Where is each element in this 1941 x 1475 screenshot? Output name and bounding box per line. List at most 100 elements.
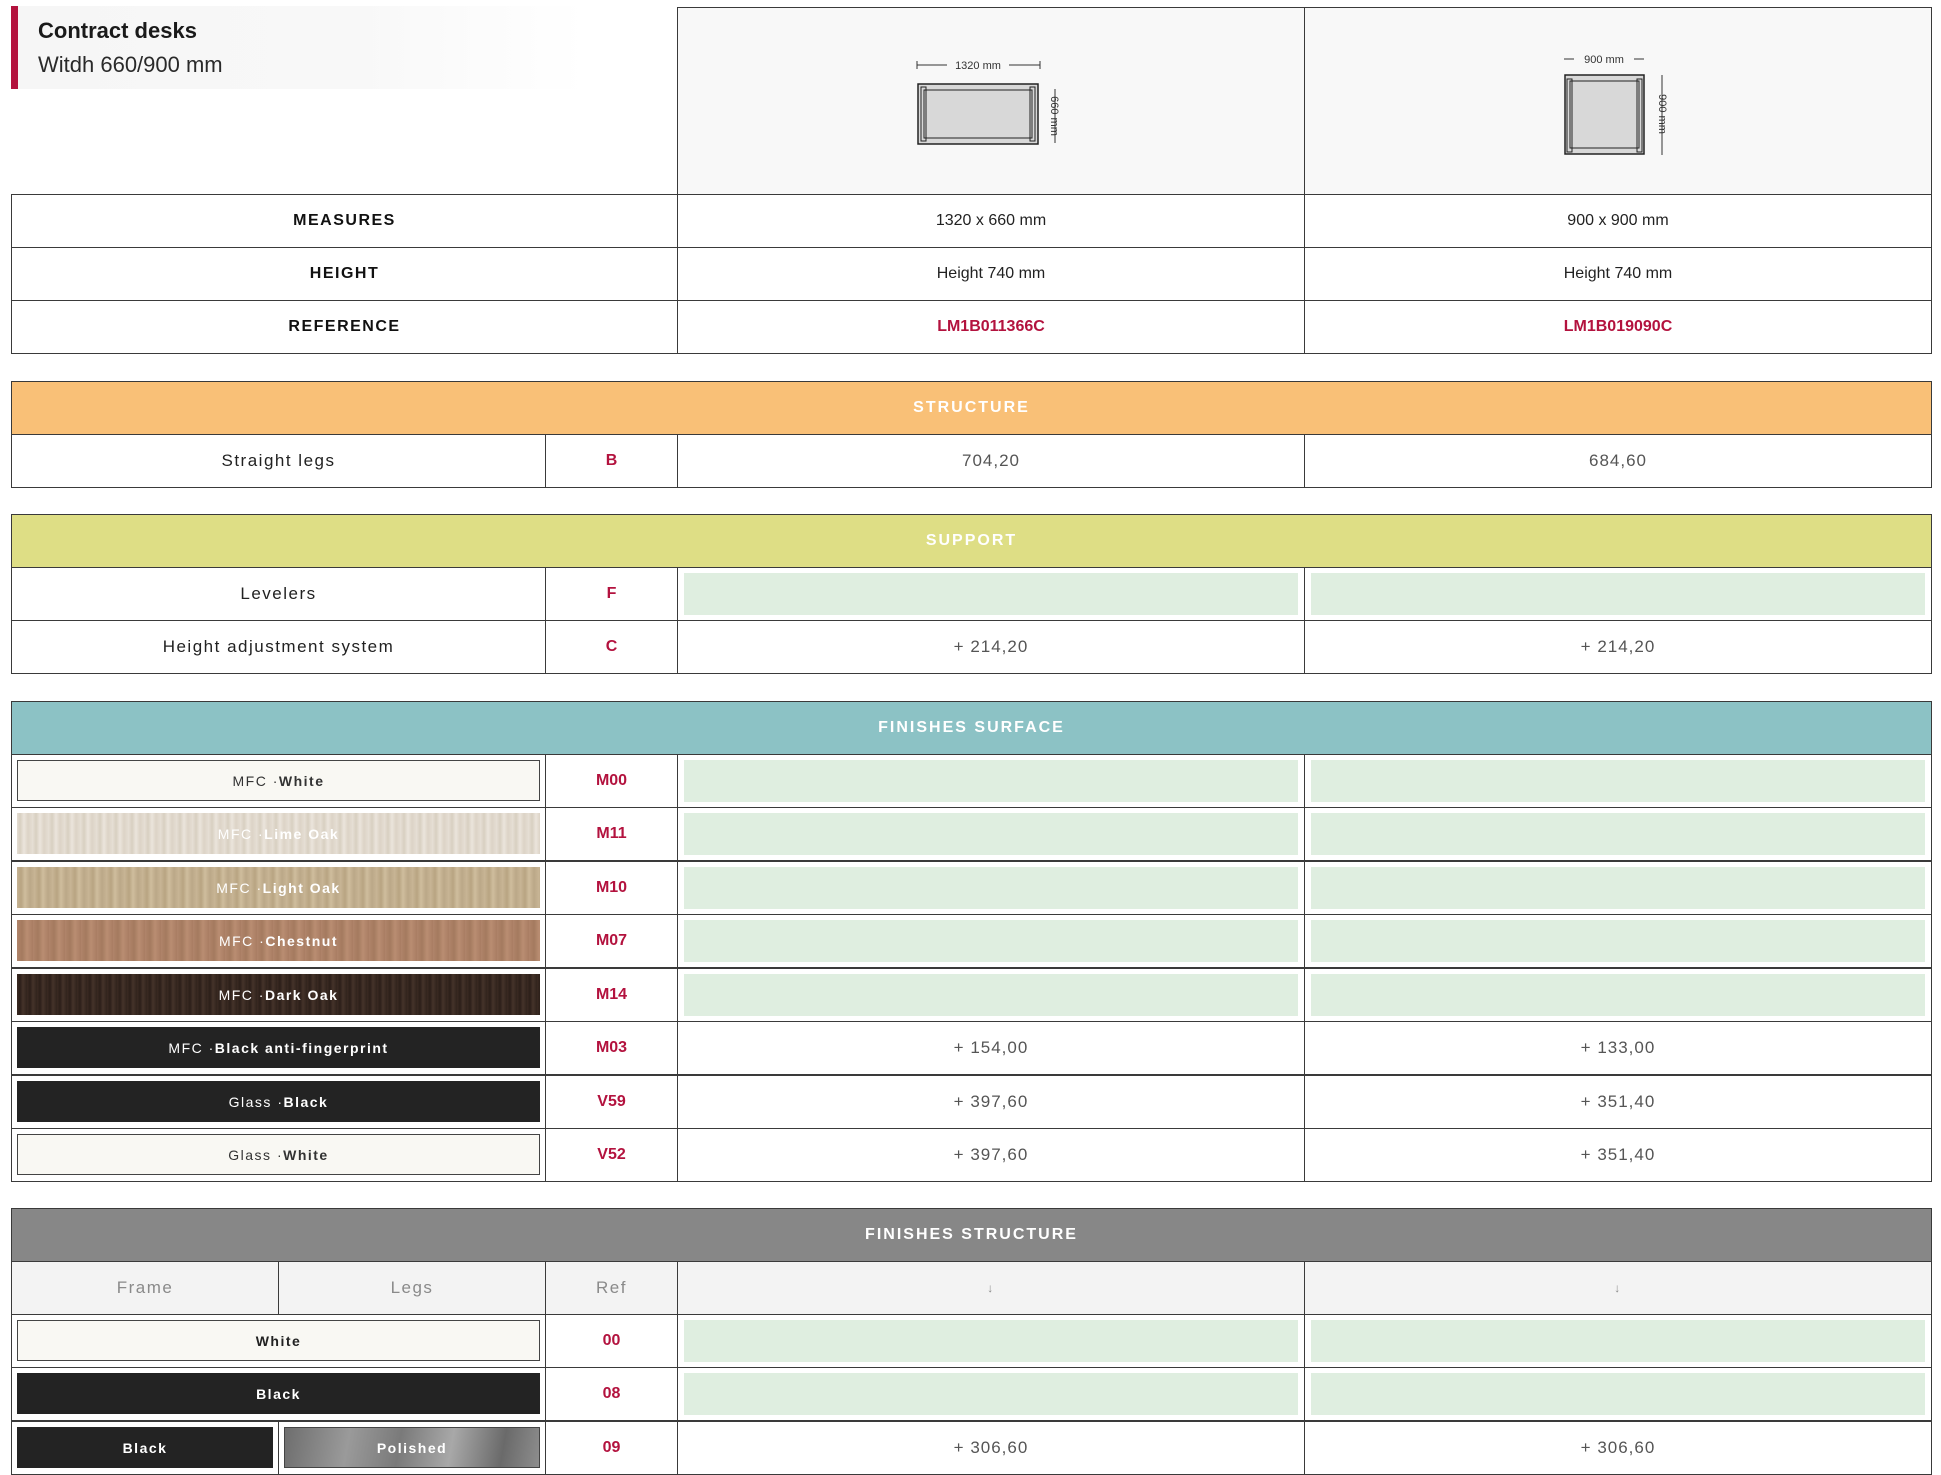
included-indicator bbox=[684, 920, 1298, 962]
arrow-down-icon: ↓ bbox=[677, 1261, 1305, 1315]
finishes-structure-header: FINISHES STRUCTURE bbox=[11, 1208, 1932, 1262]
column-header-legs: Legs bbox=[278, 1261, 546, 1315]
finish-row-v59: Glass · Black bbox=[11, 1075, 546, 1129]
finish-row-v52: Glass · White bbox=[11, 1128, 546, 1182]
structure-finish-price: + 306,60 bbox=[677, 1421, 1305, 1475]
included-indicator bbox=[1311, 813, 1925, 855]
straight-legs-code: B bbox=[545, 434, 678, 488]
desk-diagram-1320: 1320 mm 660 mm bbox=[916, 60, 1060, 145]
structure-finish-cell bbox=[1304, 1314, 1932, 1368]
included-indicator bbox=[1311, 1320, 1925, 1362]
desk-diagram-900: 900 mm 900 mm bbox=[1564, 54, 1668, 155]
finish-code: M10 bbox=[545, 861, 678, 915]
included-indicator bbox=[684, 974, 1298, 1016]
finish-swatch-light-oak: MFC · Light Oak bbox=[17, 867, 540, 908]
structure-swatch-legs-polished: Polished bbox=[284, 1427, 540, 1468]
finish-cell bbox=[1304, 807, 1932, 861]
finish-code: M14 bbox=[545, 968, 678, 1022]
finish-swatch-white: MFC · White bbox=[17, 760, 540, 801]
column-header-frame: Frame bbox=[11, 1261, 279, 1315]
width-dimension-label: 1320 mm bbox=[955, 60, 1001, 72]
finish-code: M07 bbox=[545, 914, 678, 968]
column-header-ref: Ref bbox=[545, 1261, 678, 1315]
structure-finish-cell bbox=[1304, 1367, 1932, 1421]
finish-swatch-black: MFC · Black anti-fingerprint bbox=[17, 1027, 540, 1068]
straight-legs-label: Straight legs bbox=[11, 434, 546, 488]
finish-cell bbox=[1304, 754, 1932, 808]
measures-value-2: 900 x 900 mm bbox=[1304, 194, 1932, 248]
finish-swatch-lime-oak: MFC · Lime Oak bbox=[17, 813, 540, 854]
included-indicator bbox=[684, 573, 1298, 615]
height-label: HEIGHT bbox=[11, 247, 678, 301]
included-indicator bbox=[1311, 760, 1925, 802]
reference-value-1: LM1B011366C bbox=[677, 300, 1305, 354]
title-accent-bar bbox=[11, 6, 18, 89]
structure-finish-code: 09 bbox=[545, 1421, 678, 1475]
finish-cell bbox=[677, 968, 1305, 1022]
finish-price: + 351,40 bbox=[1304, 1075, 1932, 1129]
levelers-cell-2 bbox=[1304, 567, 1932, 621]
finish-swatch-glass-white: Glass · White bbox=[17, 1134, 540, 1175]
finish-code: V59 bbox=[545, 1075, 678, 1129]
finish-row-m00: MFC · White bbox=[11, 754, 546, 808]
height-value-1: Height 740 mm bbox=[677, 247, 1305, 301]
included-indicator bbox=[684, 760, 1298, 802]
height-adjustment-label: Height adjustment system bbox=[11, 620, 546, 674]
structure-swatch-black: Black bbox=[17, 1373, 540, 1414]
included-indicator bbox=[684, 1373, 1298, 1415]
finish-swatch-glass-black: Glass · Black bbox=[17, 1081, 540, 1122]
finish-price: + 397,60 bbox=[677, 1128, 1305, 1182]
page-subtitle: Witdh 660/900 mm bbox=[38, 52, 223, 77]
structure-finish-cell bbox=[677, 1367, 1305, 1421]
included-indicator bbox=[684, 1320, 1298, 1362]
height-adjustment-price-1: + 214,20 bbox=[677, 620, 1305, 674]
height-adjustment-price-2: + 214,20 bbox=[1304, 620, 1932, 674]
structure-finish-frame-09: Black bbox=[11, 1421, 279, 1475]
straight-legs-price-1: 704,20 bbox=[677, 434, 1305, 488]
arrow-down-icon: ↓ bbox=[1304, 1261, 1932, 1315]
finish-cell bbox=[1304, 861, 1932, 915]
finish-cell bbox=[677, 914, 1305, 968]
finish-row-m14: MFC · Dark Oak bbox=[11, 968, 546, 1022]
structure-finish-row-08: Black bbox=[11, 1367, 546, 1421]
finish-cell bbox=[677, 807, 1305, 861]
finish-row-m11: MFC · Lime Oak bbox=[11, 807, 546, 861]
included-indicator bbox=[1311, 920, 1925, 962]
width-dimension-label: 900 mm bbox=[1584, 54, 1624, 66]
height-adjustment-code: C bbox=[545, 620, 678, 674]
included-indicator bbox=[1311, 1373, 1925, 1415]
structure-finish-code: 00 bbox=[545, 1314, 678, 1368]
finish-cell bbox=[1304, 968, 1932, 1022]
finish-price: + 397,60 bbox=[677, 1075, 1305, 1129]
finish-swatch-dark-oak: MFC · Dark Oak bbox=[17, 974, 540, 1015]
finish-row-m07: MFC · Chestnut bbox=[11, 914, 546, 968]
finish-code: V52 bbox=[545, 1128, 678, 1182]
finish-code: M00 bbox=[545, 754, 678, 808]
structure-swatch-white: White bbox=[17, 1320, 540, 1361]
reference-value-2: LM1B019090C bbox=[1304, 300, 1932, 354]
structure-swatch-frame-black: Black bbox=[17, 1427, 273, 1468]
finish-price: + 351,40 bbox=[1304, 1128, 1932, 1182]
measures-label: MEASURES bbox=[11, 194, 678, 248]
depth-dimension-label: 660 mm bbox=[1048, 96, 1060, 136]
finish-row-m03: MFC · Black anti-fingerprint bbox=[11, 1021, 546, 1075]
reference-label: REFERENCE bbox=[11, 300, 678, 354]
structure-finish-code: 08 bbox=[545, 1367, 678, 1421]
structure-finish-legs-09: Polished bbox=[278, 1421, 546, 1475]
finishes-surface-header: FINISHES SURFACE bbox=[11, 701, 1932, 755]
finish-swatch-chestnut: MFC · Chestnut bbox=[17, 920, 540, 961]
measures-value-1: 1320 x 660 mm bbox=[677, 194, 1305, 248]
included-indicator bbox=[684, 867, 1298, 909]
finish-price: + 133,00 bbox=[1304, 1021, 1932, 1075]
straight-legs-price-2: 684,60 bbox=[1304, 434, 1932, 488]
included-indicator bbox=[1311, 974, 1925, 1016]
levelers-cell-1 bbox=[677, 567, 1305, 621]
finish-price: + 154,00 bbox=[677, 1021, 1305, 1075]
structure-header: STRUCTURE bbox=[11, 381, 1932, 435]
diagram-cell-1: 1320 mm 660 mm bbox=[677, 7, 1305, 195]
structure-finish-cell bbox=[677, 1314, 1305, 1368]
diagram-cell-2: 900 mm 900 mm bbox=[1304, 7, 1932, 195]
height-value-2: Height 740 mm bbox=[1304, 247, 1932, 301]
included-indicator bbox=[1311, 573, 1925, 615]
finish-row-m10: MFC · Light Oak bbox=[11, 861, 546, 915]
